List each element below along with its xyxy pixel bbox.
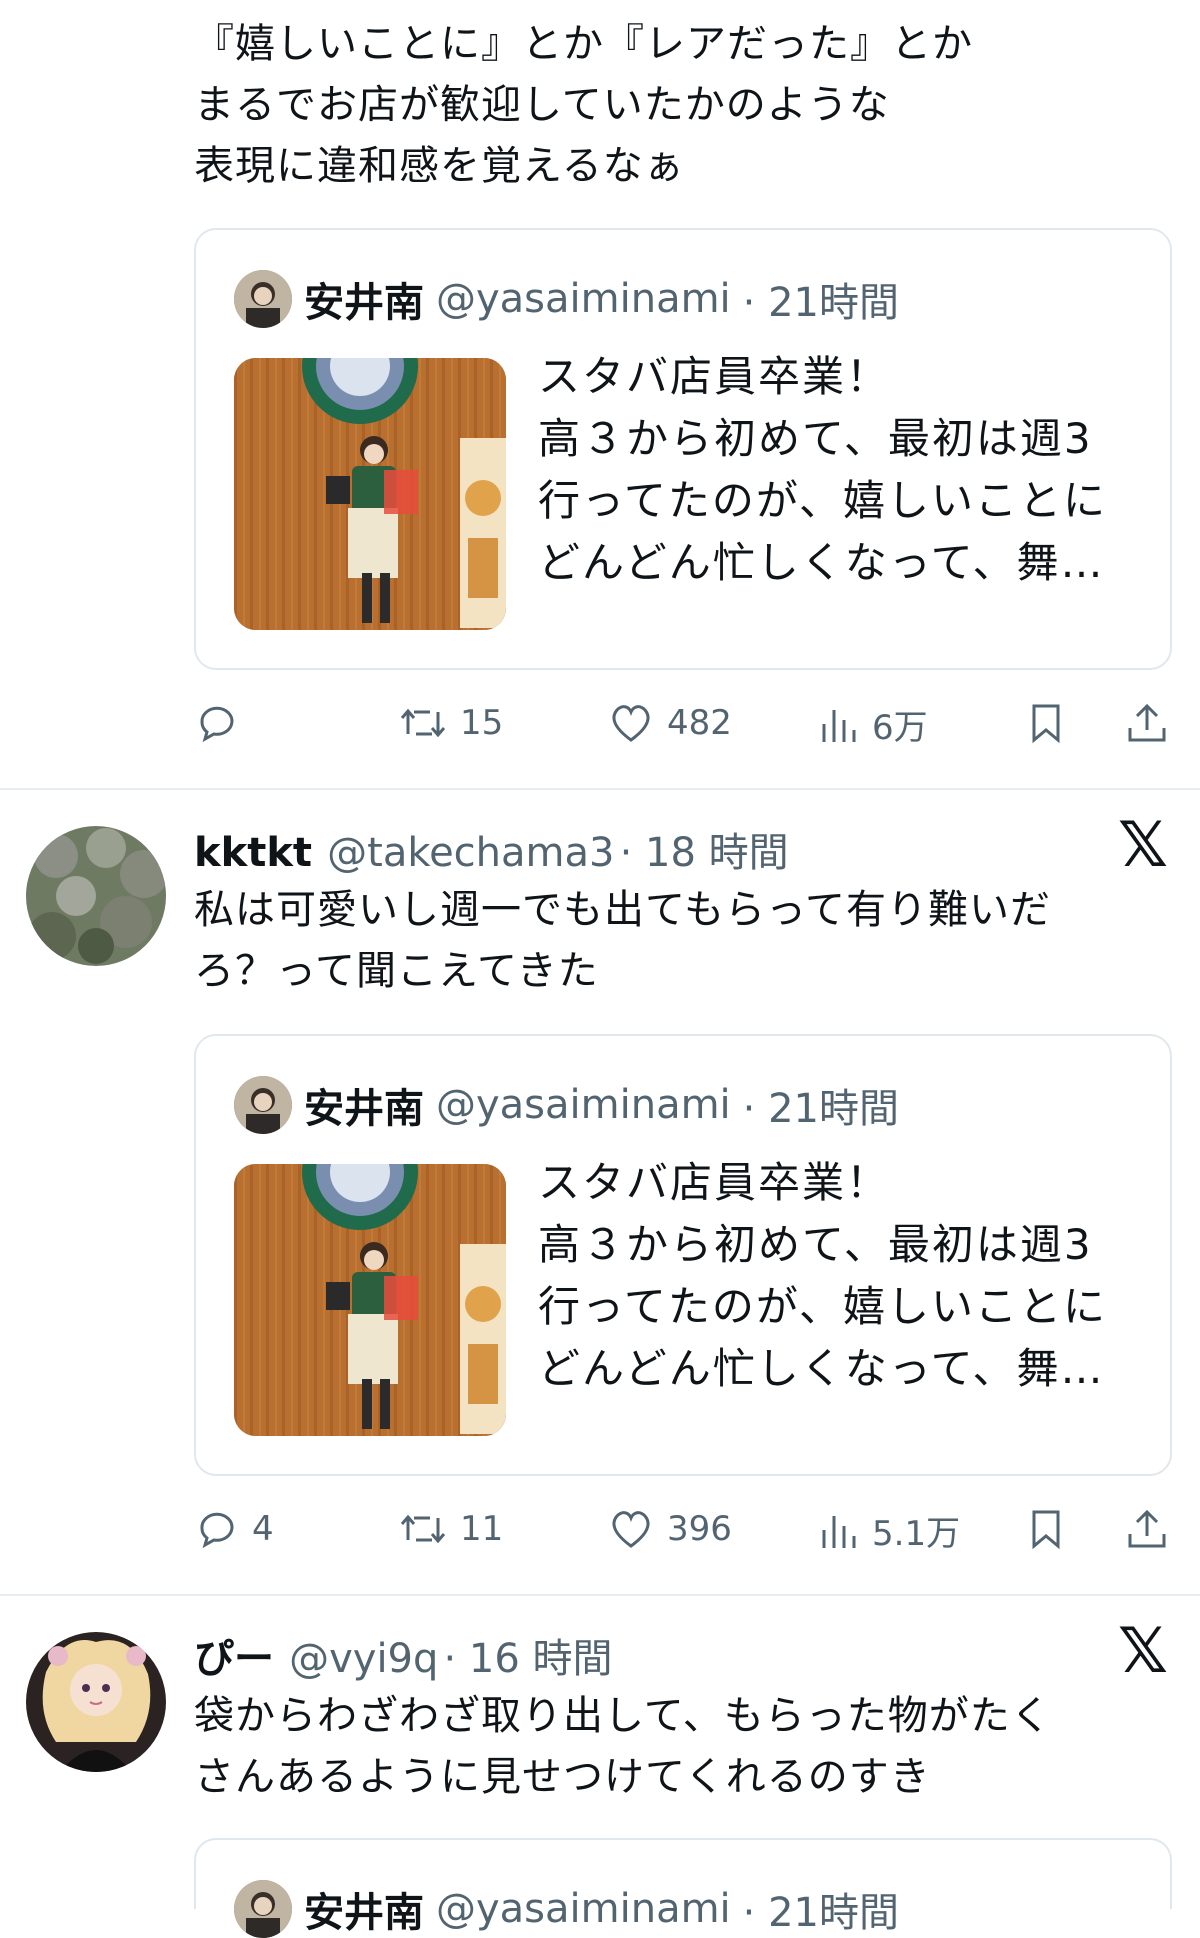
tweet-divider: [0, 1594, 1200, 1596]
retweet-icon: [400, 708, 446, 738]
tweet-text: 『嬉しいことに』とか『レアだった』とか まるでお店が歓迎していたかのような 表現…: [194, 21, 973, 189]
quoted-author-name: 安井南: [304, 1890, 424, 1936]
retweet-count: 11: [460, 1509, 504, 1549]
like-button[interactable]: 396: [607, 1506, 732, 1552]
views-button[interactable]: 6万: [816, 700, 928, 749]
views-icon: [822, 1515, 856, 1548]
share-icon: [1128, 703, 1166, 742]
like-button[interactable]: 482: [607, 700, 732, 746]
x-logo-icon: 𝕏: [1118, 1614, 1168, 1687]
quoted-tweet-card[interactable]: 安井南 @yasaiminami · 21時間: [194, 1838, 1172, 1938]
quoted-time: · 21時間: [742, 1086, 899, 1132]
tweet-divider: [0, 788, 1200, 790]
retweet-button[interactable]: 11: [398, 1506, 503, 1552]
author-avatar[interactable]: [26, 826, 166, 966]
author-name[interactable]: kktkt: [194, 830, 312, 876]
quoted-tweet-card[interactable]: 安井南 @yasaiminami · 21時間: [194, 228, 1172, 670]
author-handle[interactable]: @takechama3: [327, 830, 614, 876]
quoted-author-handle: @yasaiminami: [436, 1082, 731, 1128]
reply-icon: [200, 1512, 234, 1549]
like-count: 482: [667, 703, 732, 743]
tweet-text: 私は可愛いし週一でも出てもらって有り難いだ ろ？って聞こえてきた: [194, 887, 1051, 994]
views-icon: [822, 709, 856, 742]
quoted-text: スタバ店員卒業！ 高３から初めて、最初は週3 行ってたのが、嬉しいことに どんど…: [538, 352, 1108, 587]
reply-button[interactable]: [194, 700, 252, 746]
reply-icon: [200, 706, 234, 743]
quoted-time: · 21時間: [742, 1890, 899, 1936]
tweet-time[interactable]: · 16 時間: [443, 1636, 612, 1682]
quoted-author-name: 安井南: [304, 1086, 424, 1132]
heart-icon: [612, 1511, 650, 1548]
quoted-author-name: 安井南: [304, 280, 424, 326]
reply-button[interactable]: 4: [194, 1506, 274, 1552]
tweet-actions: 4 11 396 5.1万: [0, 1506, 1200, 1566]
quoted-tweet-card[interactable]: 安井南 @yasaiminami · 21時間: [194, 1034, 1172, 1476]
quoted-avatar: [234, 270, 292, 328]
author-name[interactable]: ぴー: [194, 1636, 274, 1682]
quoted-image[interactable]: [234, 1164, 506, 1436]
quoted-time: · 21時間: [742, 280, 899, 326]
share-button[interactable]: [1124, 1506, 1170, 1552]
bookmark-button[interactable]: [1026, 700, 1066, 746]
quoted-image[interactable]: [234, 358, 506, 630]
tweet-time[interactable]: · 18 時間: [620, 830, 789, 876]
views-count: 6万: [872, 708, 928, 748]
reply-count: 4: [252, 1509, 274, 1549]
x-logo-icon: 𝕏: [1118, 808, 1168, 881]
bookmark-icon: [1032, 704, 1060, 744]
tweet-header: kktkt @takechama3 · 18 時間: [194, 820, 789, 878]
bookmark-button[interactable]: [1026, 1506, 1066, 1552]
quoted-author-handle: @yasaiminami: [436, 276, 731, 322]
share-button[interactable]: [1124, 700, 1170, 746]
heart-icon: [612, 705, 650, 742]
retweet-count: 15: [460, 703, 504, 743]
quoted-text: スタバ店員卒業！ 高３から初めて、最初は週3 行ってたのが、嬉しいことに どんど…: [538, 1158, 1108, 1393]
share-icon: [1128, 1509, 1166, 1548]
quoted-avatar: [234, 1076, 292, 1134]
tweet-header: ぴー @vyi9q · 16 時間: [194, 1626, 613, 1684]
retweet-icon: [400, 1514, 446, 1544]
views-button[interactable]: 5.1万: [816, 1506, 960, 1555]
quoted-avatar: [234, 1880, 292, 1938]
tweet-actions: 15 482 6万: [0, 700, 1200, 760]
author-avatar[interactable]: [26, 1632, 166, 1772]
bookmark-icon: [1032, 1510, 1060, 1550]
retweet-button[interactable]: 15: [398, 700, 503, 746]
views-count: 5.1万: [872, 1514, 961, 1554]
tweet-text: 袋からわざわざ取り出して、もらった物がたく さんあるように見せつけてくれるのすき: [194, 1693, 1052, 1800]
like-count: 396: [667, 1509, 732, 1549]
author-handle[interactable]: @vyi9q: [289, 1636, 438, 1682]
quoted-author-handle: @yasaiminami: [436, 1886, 731, 1932]
